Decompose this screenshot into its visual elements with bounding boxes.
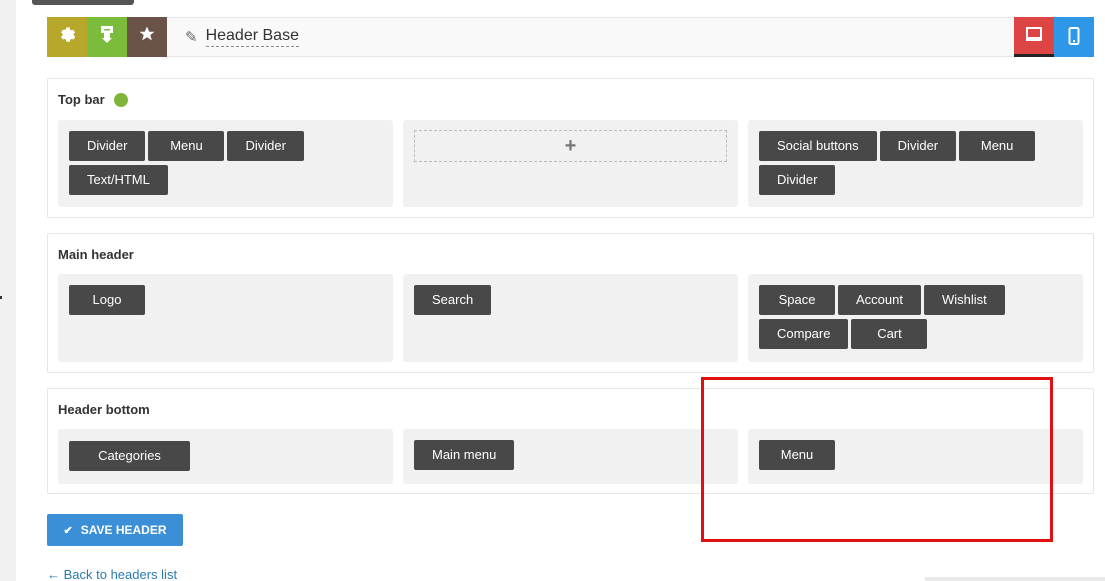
section-main-header: Main header Logo Search Space Account Wi… <box>47 233 1094 373</box>
column-left[interactable]: Logo <box>58 274 393 362</box>
pencil-icon: ✎ <box>185 29 198 46</box>
import-button[interactable] <box>87 16 127 57</box>
bottom-edge-bar <box>925 577 1105 581</box>
mobile-view-button[interactable] <box>1054 17 1094 57</box>
column-left[interactable]: Categories <box>58 429 393 484</box>
mobile-icon <box>1068 26 1080 48</box>
header-element[interactable]: Menu <box>959 131 1036 161</box>
section-title: Top bar <box>58 92 128 107</box>
desktop-icon <box>1025 26 1043 45</box>
header-element[interactable]: Text/HTML <box>69 165 168 195</box>
header-element[interactable]: Wishlist <box>923 285 1005 315</box>
settings-button[interactable] <box>47 16 87 57</box>
header-title-group: ✎ Header Base <box>185 27 299 47</box>
header-element[interactable]: Compare <box>759 319 849 349</box>
header-element[interactable]: Space <box>759 285 835 315</box>
section-top-bar: Top bar Divider Menu Divider Text/HTML +… <box>47 78 1094 218</box>
gear-icon <box>58 25 76 48</box>
sidebar-marker <box>0 296 2 299</box>
status-indicator <box>113 92 128 107</box>
desktop-view-button[interactable] <box>1014 17 1054 57</box>
device-switcher <box>1014 17 1094 57</box>
header-element[interactable]: Categories <box>69 441 190 471</box>
header-element[interactable]: Divider <box>759 165 836 195</box>
plus-icon: + <box>564 134 577 157</box>
import-icon <box>99 25 115 48</box>
header-element[interactable]: Logo <box>69 285 145 315</box>
header-element[interactable]: Menu <box>148 131 225 161</box>
section-title-text: Top bar <box>58 92 105 107</box>
tooltip-edge <box>32 0 134 5</box>
column-center[interactable]: + <box>403 120 738 207</box>
save-label: SAVE HEADER <box>80 523 167 537</box>
annotation-highlight-box <box>701 377 1053 542</box>
favorite-button[interactable] <box>127 16 167 57</box>
check-icon: ✔ <box>63 524 73 537</box>
column-left[interactable]: Divider Menu Divider Text/HTML <box>58 120 393 207</box>
header-element[interactable]: Account <box>838 285 921 315</box>
header-element[interactable]: Cart <box>851 319 928 349</box>
star-icon <box>138 25 156 48</box>
column-center[interactable]: Search <box>403 274 738 362</box>
header-title[interactable]: Header Base <box>205 27 299 47</box>
section-title: Main header <box>58 247 134 262</box>
section-title-text: Header bottom <box>58 402 150 417</box>
add-element-button[interactable]: + <box>414 130 727 162</box>
header-element[interactable]: Divider <box>879 131 957 161</box>
admin-sidebar-edge <box>0 0 16 581</box>
column-right[interactable]: Space Account Wishlist Compare Cart <box>748 274 1083 362</box>
column-center[interactable]: Main menu <box>403 429 738 484</box>
header-element[interactable]: Social buttons <box>759 131 877 161</box>
save-header-button[interactable]: ✔ SAVE HEADER <box>47 514 183 546</box>
header-element[interactable]: Main menu <box>414 440 515 470</box>
section-title: Header bottom <box>58 402 150 417</box>
back-to-headers-link[interactable]: ← Back to headers list <box>47 567 177 581</box>
header-element[interactable]: Search <box>414 285 492 315</box>
section-title-text: Main header <box>58 247 134 262</box>
header-builder-toolbar: ✎ Header Base <box>47 16 1094 57</box>
header-element[interactable]: Divider <box>69 131 146 161</box>
column-right[interactable]: Social buttons Divider Menu Divider <box>748 120 1083 207</box>
header-element[interactable]: Divider <box>227 131 304 161</box>
